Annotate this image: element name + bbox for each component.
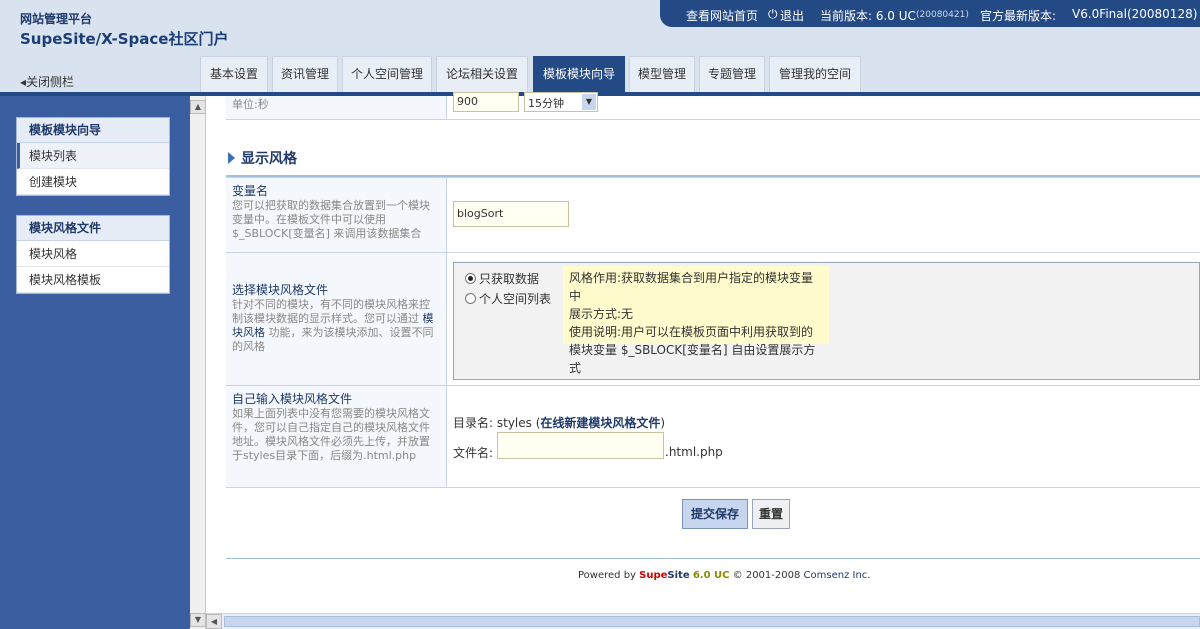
submit-save-button[interactable]: 提交保存: [682, 499, 748, 529]
variable-name-input[interactable]: blogSort: [453, 201, 569, 227]
style-tip-box: 风格作用:获取数据集合到用户指定的模块变量中 展示方式:无 使用说明:用户可以在…: [563, 266, 829, 375]
logout-link[interactable]: 退出: [780, 7, 804, 24]
variable-name-title: 变量名: [232, 184, 269, 198]
cache-time-row: 单位:秒: [226, 96, 1200, 120]
filename-suffix: .html.php: [665, 445, 723, 459]
create-style-file-link[interactable]: 在线新建模块风格文件: [540, 416, 660, 430]
current-version-date: (20080421): [916, 10, 969, 20]
sidebar-box-style-files: 模块风格文件 模块风格 模块风格模板: [16, 215, 170, 294]
vertical-scrollbar[interactable]: ▲ ▼: [190, 96, 206, 629]
sidebar-box-title: 模板模块向导: [17, 118, 169, 143]
directory-line: 目录名: styles (在线新建模块风格文件): [453, 416, 666, 430]
sidebar-box-wizard: 模板模块向导 模块列表 创建模块: [16, 117, 170, 196]
footer-divider: [226, 558, 1200, 559]
tip-line: 使用说明:用户可以在模板页面中利用获取到的: [569, 325, 814, 339]
footer-site: Site: [667, 570, 690, 581]
unit-label: 单位:秒: [232, 98, 269, 111]
tab-space-management[interactable]: 个人空间管理: [342, 56, 432, 92]
triangle-right-icon: [228, 152, 235, 164]
scroll-down-icon[interactable]: ▼: [190, 613, 206, 627]
close-sidebar-link[interactable]: ◂关闭侧栏: [20, 73, 74, 90]
footer-supe: Supe: [639, 570, 668, 581]
radio-unchecked-icon[interactable]: [465, 293, 476, 304]
custom-style-row: 自己输入模块风格文件 如果上面列表中没有您需要的模块风格文件，您可以自己指定自己…: [226, 386, 1200, 488]
variable-name-desc: 您可以把获取的数据集合放置到一个模块变量中。在模板文件中可以使用 $_SBLOC…: [232, 199, 430, 240]
reset-button[interactable]: 重置: [752, 499, 790, 529]
cache-time-select[interactable]: 15分钟 ▼: [524, 92, 598, 112]
latest-version-label: 官方最新版本:: [980, 9, 1057, 23]
footer-version: 6.0 UC: [692, 570, 730, 581]
custom-style-title: 自己输入模块风格文件: [232, 392, 353, 406]
sidebar-item-style-template[interactable]: 模块风格模板: [17, 267, 169, 293]
tab-topic-management[interactable]: 专题管理: [699, 56, 765, 92]
brand-title: SupeSite/X-Space社区门户: [20, 30, 229, 48]
tip-line: 模块变量 $_SBLOCK[变量名] 自由设置展示方式: [569, 343, 816, 375]
brand-small: 网站管理平台: [20, 12, 93, 26]
filename-input[interactable]: [497, 432, 664, 459]
chevron-down-icon[interactable]: ▼: [582, 94, 596, 110]
view-home-link[interactable]: 查看网站首页: [686, 7, 758, 24]
variable-name-row: 变量名 您可以把获取的数据集合放置到一个模块变量中。在模板文件中可以使用 $_S…: [226, 177, 1200, 253]
footer: Powered by SupeSite 6.0 UC © 2001-2008 C…: [578, 570, 871, 581]
custom-style-desc: 如果上面列表中没有您需要的模块风格文件，您可以自己指定自己的模块风格文件地址。模…: [232, 407, 430, 462]
sidebar-item-module-list[interactable]: 模块列表: [17, 143, 169, 169]
cache-time-input[interactable]: 900: [453, 92, 519, 112]
scroll-thumb[interactable]: [224, 616, 1200, 627]
sidebar-box-title: 模块风格文件: [17, 216, 169, 241]
top-info-bar: 查看网站首页 ⏻ 退出 当前版本: 6.0 UC (20080421) 官方最新…: [660, 0, 1200, 27]
style-file-title: 选择模块风格文件: [232, 283, 329, 297]
section-title: 显示风格: [228, 148, 297, 168]
latest-version: V6.0Final(20080128): [1072, 7, 1198, 21]
tab-template-wizard[interactable]: 模板模块向导: [533, 56, 625, 92]
filename-label: 文件名:: [453, 446, 494, 460]
tab-news-management[interactable]: 资讯管理: [272, 56, 338, 92]
logout-icon: ⏻: [768, 7, 778, 21]
tip-line: 风格作用:获取数据集合到用户指定的模块变量中: [569, 271, 814, 303]
scroll-left-icon[interactable]: ◀: [206, 614, 222, 629]
scroll-up-icon[interactable]: ▲: [190, 100, 206, 114]
tip-line: 展示方式:无: [569, 307, 634, 321]
header: 网站管理平台 SupeSite/X-Space社区门户 ◂关闭侧栏 查看网站首页…: [0, 0, 1200, 92]
sidebar-item-create-module[interactable]: 创建模块: [17, 169, 169, 195]
tab-my-space[interactable]: 管理我的空间: [769, 56, 861, 92]
style-file-desc: 针对不同的模块，有不同的模块风格来控制该模块数据的显示样式。您可以通过 模块风格…: [232, 298, 434, 353]
radio-space-list[interactable]: 个人空间列表: [465, 290, 551, 307]
radio-data-only[interactable]: 只获取数据: [465, 270, 539, 287]
horizontal-scrollbar[interactable]: ◀: [206, 613, 1200, 629]
current-version: 当前版本: 6.0 UC: [820, 9, 916, 23]
sidebar-item-module-style[interactable]: 模块风格: [17, 241, 169, 267]
footer-company-link[interactable]: Comsenz Inc.: [804, 570, 871, 581]
tab-model-management[interactable]: 模型管理: [629, 56, 695, 92]
radio-checked-icon[interactable]: [465, 273, 476, 284]
sidebar: 模板模块向导 模块列表 创建模块 模块风格文件 模块风格 模块风格模板: [0, 96, 190, 629]
tab-basic-settings[interactable]: 基本设置: [200, 56, 268, 92]
tab-forum-settings[interactable]: 论坛相关设置: [436, 56, 528, 92]
